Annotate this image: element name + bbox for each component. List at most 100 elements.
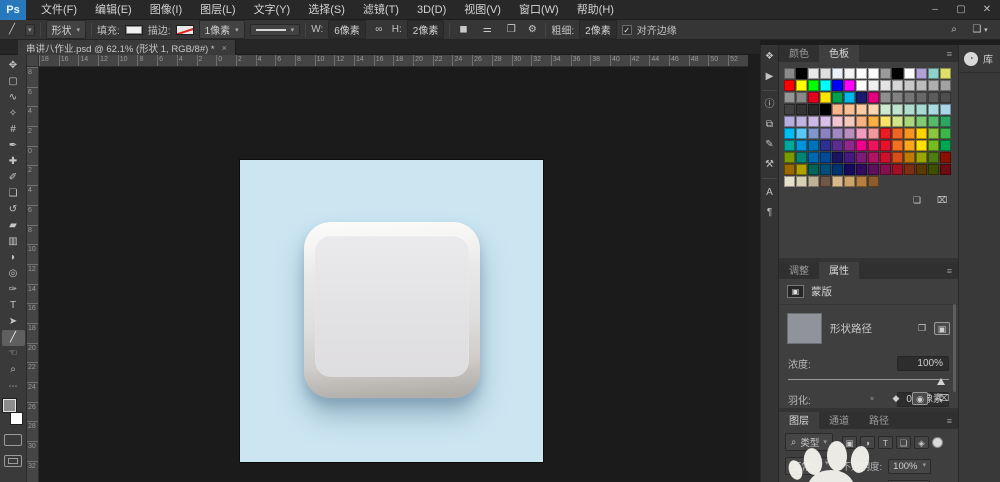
density-value[interactable]: 100%: [897, 356, 949, 371]
color-swatch[interactable]: [832, 128, 843, 139]
path-alignment-icon[interactable]: ⚌: [479, 24, 495, 35]
mask-thumbnail[interactable]: [787, 313, 822, 344]
color-swatch[interactable]: [892, 116, 903, 127]
healing-brush-tool[interactable]: ✚: [2, 154, 25, 170]
color-swatch[interactable]: [928, 152, 939, 163]
color-swatch[interactable]: [916, 80, 927, 91]
color-swatch[interactable]: [796, 116, 807, 127]
color-swatch[interactable]: [796, 164, 807, 175]
apply-mask-icon[interactable]: ◆: [888, 392, 904, 405]
zoom-tool[interactable]: ⌕: [2, 362, 25, 378]
document-tab[interactable]: 串讲八作业.psd @ 62.1% (形状 1, RGB/8#) * ×: [18, 40, 236, 55]
color-swatch[interactable]: [904, 128, 915, 139]
path-operations-icon[interactable]: ◼: [455, 24, 471, 35]
color-swatch[interactable]: [844, 176, 855, 187]
color-swatch[interactable]: [820, 152, 831, 163]
align-edges-checkbox[interactable]: ✓: [622, 25, 632, 35]
color-swatch[interactable]: [940, 152, 951, 163]
color-swatch[interactable]: [904, 80, 915, 91]
marquee-tool[interactable]: ▢: [2, 74, 25, 90]
color-swatch[interactable]: [856, 116, 867, 127]
density-slider-track[interactable]: [788, 379, 949, 380]
brush-tool[interactable]: ✐: [2, 170, 25, 186]
filter-type-layers-icon[interactable]: T: [878, 436, 893, 449]
menu-item[interactable]: 3D(D): [408, 0, 455, 20]
tool-presets-panel-icon[interactable]: ⚒: [762, 158, 777, 171]
color-swatch[interactable]: [880, 116, 891, 127]
clone-source-panel-icon[interactable]: ⧉: [762, 118, 777, 131]
menu-item[interactable]: 帮助(H): [568, 0, 623, 20]
color-swatch[interactable]: [880, 104, 891, 115]
color-swatch[interactable]: [868, 80, 879, 91]
tool-mode-dropdown[interactable]: 形状▾: [46, 20, 87, 39]
color-swatch[interactable]: [892, 140, 903, 151]
quick-mask-mode-icon[interactable]: [4, 434, 22, 446]
color-swatch[interactable]: [784, 80, 795, 91]
color-swatch[interactable]: [832, 116, 843, 127]
color-swatch[interactable]: [928, 104, 939, 115]
color-swatch[interactable]: [880, 152, 891, 163]
line-tool[interactable]: ╱: [2, 330, 25, 346]
color-swatch[interactable]: [808, 176, 819, 187]
color-swatch[interactable]: [832, 164, 843, 175]
color-swatch[interactable]: [856, 140, 867, 151]
menu-item[interactable]: 编辑(E): [86, 0, 141, 20]
tab-adjustments[interactable]: 调整: [779, 262, 819, 279]
color-swatch[interactable]: [892, 92, 903, 103]
color-swatch[interactable]: [808, 80, 819, 91]
color-swatch[interactable]: [808, 116, 819, 127]
color-swatch[interactable]: [784, 104, 795, 115]
panel-menu-icon[interactable]: ≡: [941, 262, 958, 279]
canvas-area[interactable]: [39, 67, 748, 482]
brush-presets-panel-icon[interactable]: ❖: [762, 50, 777, 63]
color-swatch[interactable]: [808, 128, 819, 139]
color-swatch[interactable]: [928, 68, 939, 79]
path-selection-tool[interactable]: ➤: [2, 314, 25, 330]
panel-menu-icon[interactable]: ≡: [941, 412, 958, 429]
horizontal-ruler[interactable]: 1816141210864202468101214161820222426283…: [39, 55, 748, 67]
color-swatch[interactable]: [940, 128, 951, 139]
tab-close-icon[interactable]: ×: [222, 43, 227, 53]
eyedropper-tool[interactable]: ✒: [2, 138, 25, 154]
tab-paths[interactable]: 路径: [859, 412, 899, 429]
background-color-swatch[interactable]: [10, 412, 23, 425]
color-swatch[interactable]: [844, 92, 855, 103]
filter-toggle-icon[interactable]: [932, 437, 943, 448]
menu-item[interactable]: 文件(F): [32, 0, 86, 20]
menu-item[interactable]: 图像(I): [141, 0, 191, 20]
color-swatch[interactable]: [868, 152, 879, 163]
color-swatch[interactable]: [820, 80, 831, 91]
crop-tool[interactable]: #: [2, 122, 25, 138]
color-swatch[interactable]: [832, 68, 843, 79]
color-swatch[interactable]: [880, 140, 891, 151]
weight-input[interactable]: 2像素: [579, 20, 617, 39]
color-swatch[interactable]: [832, 80, 843, 91]
color-swatch[interactable]: [928, 164, 939, 175]
close-button[interactable]: ✕: [974, 0, 1000, 20]
color-swatch[interactable]: [892, 152, 903, 163]
color-swatch[interactable]: [844, 140, 855, 151]
color-swatch[interactable]: [940, 80, 951, 91]
color-swatch[interactable]: [904, 152, 915, 163]
color-swatch[interactable]: [856, 164, 867, 175]
clone-stamp-tool[interactable]: ❏: [2, 186, 25, 202]
menu-item[interactable]: 文字(Y): [245, 0, 300, 20]
type-tool[interactable]: T: [2, 298, 25, 314]
blur-tool[interactable]: ◗: [2, 250, 25, 266]
color-swatch[interactable]: [832, 152, 843, 163]
color-swatch[interactable]: [784, 164, 795, 175]
brush-settings-panel-icon[interactable]: ✎: [762, 138, 777, 151]
color-swatch[interactable]: [904, 92, 915, 103]
color-swatch[interactable]: [940, 140, 951, 151]
color-swatch[interactable]: [916, 152, 927, 163]
color-swatch[interactable]: [856, 128, 867, 139]
panel-menu-icon[interactable]: ≡: [941, 45, 958, 62]
color-swatch[interactable]: [820, 116, 831, 127]
menu-item[interactable]: 视图(V): [455, 0, 510, 20]
color-swatch[interactable]: [784, 152, 795, 163]
color-swatch[interactable]: [904, 68, 915, 79]
color-swatch[interactable]: [880, 80, 891, 91]
color-swatch[interactable]: [820, 128, 831, 139]
color-swatch[interactable]: [868, 176, 879, 187]
edit-toolbar-icon[interactable]: ⋯: [2, 381, 25, 392]
